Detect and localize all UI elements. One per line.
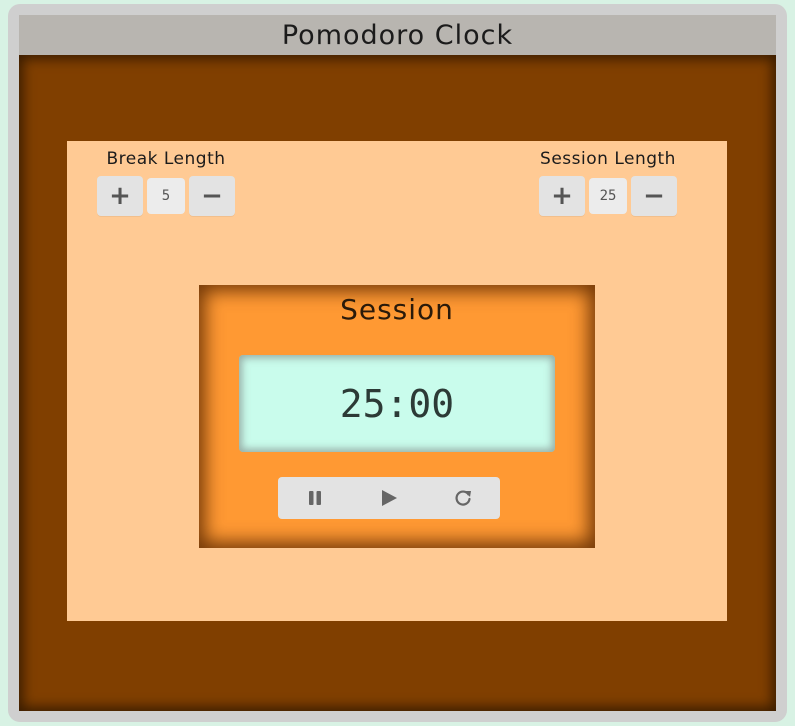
app-title: Pomodoro Clock [19,15,776,56]
timer-box: Session 25:00 [199,285,595,548]
session-length-value: 25 [589,178,627,214]
timer-label: Session [340,293,454,326]
session-control: Session Length + 25 − [539,147,677,216]
session-length-label: Session Length [540,149,676,169]
session-control-row: + 25 − [539,176,677,216]
break-increment-button[interactable]: + [97,176,143,216]
reset-button[interactable] [448,483,478,513]
session-increment-button[interactable]: + [539,176,585,216]
stage: Break Length + 5 − Session Length + 25 −… [19,55,776,711]
time-display: 25:00 [239,355,555,452]
refresh-icon [455,490,471,506]
break-control: Break Length + 5 − [97,147,235,216]
play-button[interactable] [374,483,404,513]
settings-panel: Break Length + 5 − Session Length + 25 −… [67,141,727,621]
break-control-row: + 5 − [97,176,235,216]
session-decrement-button[interactable]: − [631,176,677,216]
pause-button[interactable] [300,483,330,513]
break-length-value: 5 [147,178,185,214]
break-decrement-button[interactable]: − [189,176,235,216]
pause-icon [309,491,321,505]
play-icon [382,490,397,506]
break-length-label: Break Length [106,149,226,169]
transport-controls [278,477,500,519]
